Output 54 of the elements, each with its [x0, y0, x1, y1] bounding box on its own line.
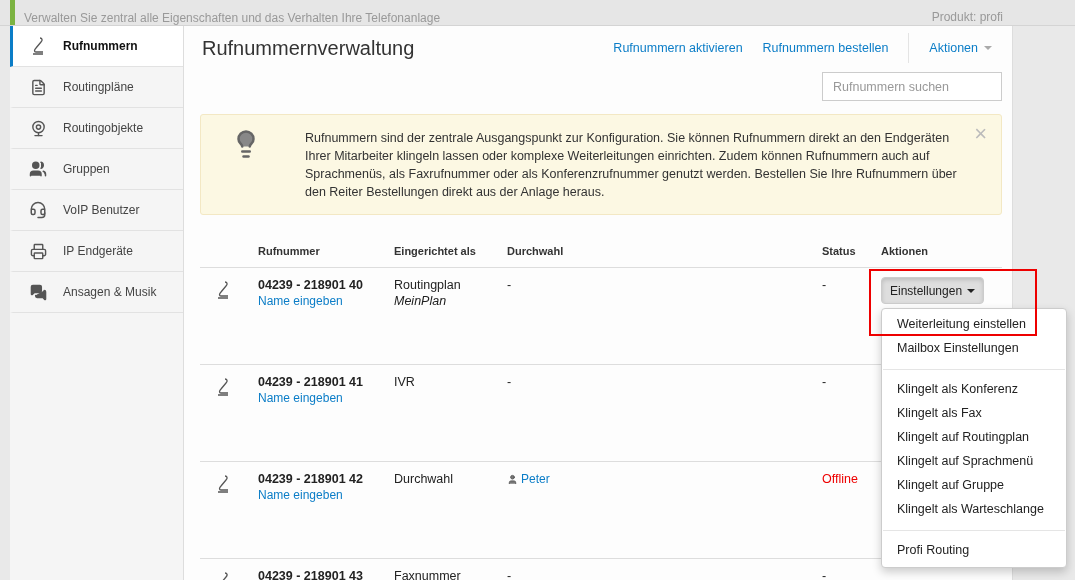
phone-number: 04239 - 218901 42	[258, 472, 364, 486]
extension-link[interactable]: Peter	[521, 472, 550, 486]
type-text: Routingplan	[394, 278, 462, 292]
toolbar-link[interactable]: Rufnummern aktivieren	[613, 41, 743, 55]
menu-item[interactable]: Klingelt auf Routingplan	[882, 426, 1066, 450]
phone-number: 04239 - 218901 40	[258, 278, 364, 292]
handset-icon	[31, 37, 45, 55]
extension-text: -	[507, 278, 513, 292]
phone-number: 04239 - 218901 43	[258, 569, 364, 580]
menu-item[interactable]: Profi Routing	[882, 539, 1066, 563]
settings-dropdown-button[interactable]: Einstellungen	[881, 277, 985, 304]
handset-icon	[216, 378, 230, 396]
menu-item[interactable]: Klingelt als Warteschlange	[882, 498, 1066, 522]
menu-item[interactable]: Klingelt auf Gruppe	[882, 474, 1066, 498]
users-icon	[29, 160, 47, 178]
menu-item[interactable]: Klingelt als Konferenz	[882, 378, 1066, 402]
search-field[interactable]: Rufnummern suchen	[822, 72, 1002, 101]
document-icon	[29, 78, 47, 96]
type-text: IVR	[394, 375, 416, 389]
menu-item[interactable]: Weiterleitung einstellen	[882, 313, 1066, 337]
name-link[interactable]: Name eingeben	[258, 391, 394, 405]
menu-item[interactable]: Klingelt auf Sprachmenü	[882, 450, 1066, 474]
sidebar-item[interactable]: Rufnummern	[10, 26, 183, 67]
phone-number: 04239 - 218901 41	[258, 375, 364, 389]
header-subtitle: Verwalten Sie zentral alle Eigenschaften und das Verhalten Ihre Telefonanlage	[23, 10, 442, 25]
name-link[interactable]: Name eingeben	[258, 294, 394, 308]
type-text: Durchwahl	[394, 472, 455, 486]
extension-text: -	[507, 569, 513, 580]
actions-menu[interactable]: Aktionen	[929, 41, 992, 55]
column-header: Durchwahl	[507, 245, 565, 257]
status-text: Offline	[822, 472, 859, 486]
handset-icon	[216, 475, 230, 493]
type-text: Faxnummer	[394, 569, 462, 580]
handset-icon	[216, 281, 230, 299]
page-title: Rufnummernverwaltung	[202, 36, 416, 60]
status-text: -	[822, 569, 828, 580]
column-header: Eingerichtet als	[394, 245, 477, 257]
headset-icon	[29, 201, 47, 219]
toolbar-link[interactable]: Rufnummern bestellen	[762, 41, 889, 55]
extension-text: -	[507, 375, 513, 389]
column-header: Status	[822, 245, 857, 257]
column-header: Aktionen	[881, 245, 930, 257]
type-detail: MeinPlan	[394, 294, 448, 308]
chat-bubbles-icon	[29, 283, 47, 301]
status-text: -	[822, 278, 828, 292]
accent-bar	[10, 0, 15, 25]
menu-item[interactable]: Mailbox Einstellungen	[882, 337, 1066, 361]
webcam-icon	[29, 119, 47, 137]
product-label: Produkt: profi	[931, 9, 1004, 25]
menu-item[interactable]: Klingelt als Fax	[882, 402, 1066, 426]
status-text: -	[822, 375, 828, 389]
alert-text: Rufnummern sind der zentrale Ausgangspunkt zur Konfiguration. Sie können Rufnummern direkt an den Endgeräten Ihrer Mitarbeiter klingeln lassen oder komplexe Weiterleitungen einrichten. Zudem können Rufnummern auch auf Sprachmenüs, als Faxrufnummer oder als Konferenzrufnummer genutzt werden. Bestellen Sie Ihre Rufnummern über den Reiter Bestellungen direkt aus der Anlage heraus.	[305, 130, 958, 201]
name-link[interactable]: Name eingeben	[258, 488, 394, 502]
column-header: Rufnummer	[258, 245, 321, 257]
